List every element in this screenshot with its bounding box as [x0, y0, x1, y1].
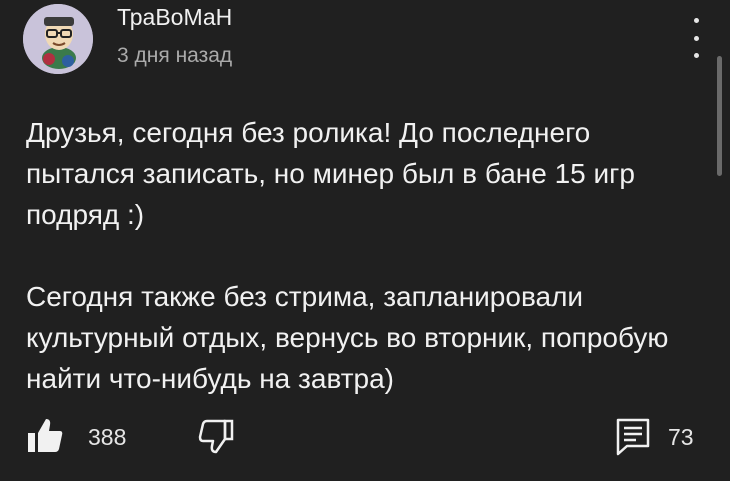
menu-dot	[693, 53, 699, 58]
post-body: Друзья, сегодня без ролика! До последнег…	[26, 112, 706, 399]
comment-count: 73	[668, 424, 694, 450]
dislike-button[interactable]	[196, 416, 236, 456]
scrollbar[interactable]	[717, 56, 722, 176]
post-timestamp: 3 дня назад	[117, 44, 233, 67]
menu-dot	[693, 18, 699, 23]
post-paragraph: Сегодня также без стрима, запланировали …	[26, 281, 669, 394]
action-bar: 388 73	[0, 410, 730, 470]
like-button[interactable]	[25, 416, 65, 456]
author-name[interactable]: ТраВоМаН	[117, 4, 232, 31]
post-paragraph: Друзья, сегодня без ролика! До последнег…	[26, 117, 635, 230]
menu-dot	[693, 35, 699, 41]
more-options-icon[interactable]	[682, 18, 710, 58]
comments-button[interactable]	[613, 416, 653, 456]
avatar-image	[23, 4, 93, 74]
comment-icon	[616, 418, 650, 456]
thumbs-down-icon	[198, 419, 234, 454]
like-count: 388	[88, 424, 127, 450]
author-avatar[interactable]	[23, 4, 93, 74]
thumbs-up-icon	[28, 419, 63, 452]
